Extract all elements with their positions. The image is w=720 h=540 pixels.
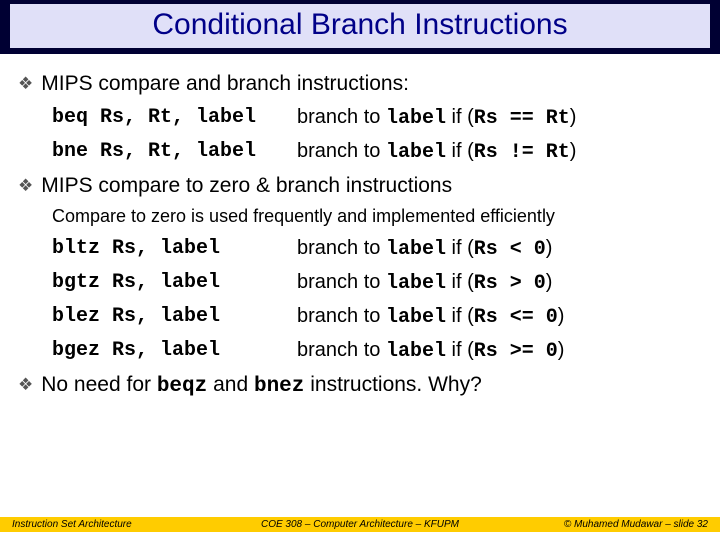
bullet-1: ❖ MIPS compare and branch instructions: [18,72,702,96]
instr-desc: branch to label if (Rs > 0) [297,271,552,295]
instr-row: bltz Rs, labelbranch to label if (Rs < 0… [52,237,702,261]
desc-pre: branch to [297,106,386,128]
footer: Instruction Set Architecture COE 308 – C… [0,517,720,532]
instr-code: bltz Rs, label [52,237,297,261]
instr-code: bne Rs, Rt, label [52,140,297,164]
diamond-icon: ❖ [18,174,33,198]
desc-label: label [386,238,446,261]
desc-pre: branch to [297,305,386,327]
instr-code: bgtz Rs, label [52,271,297,295]
title-bar: Conditional Branch Instructions [0,0,720,54]
instr-row: bgtz Rs, labelbranch to label if (Rs > 0… [52,271,702,295]
instr-row-beq: beq Rs, Rt, label branch to label if (Rs… [52,106,702,130]
desc-cond: Rs <= 0 [474,306,558,329]
desc-post: ) [546,237,553,259]
desc-cond: Rs != Rt [474,141,570,164]
footer-left: Instruction Set Architecture [0,519,223,530]
desc-pre: branch to [297,271,386,293]
desc-mid: if ( [446,237,474,259]
desc-mid: if ( [446,106,474,128]
b3-pre: No need for [41,373,157,396]
desc-mid: if ( [446,271,474,293]
desc-label: label [386,306,446,329]
b3-post: instructions. Why? [304,373,481,396]
instr-row-bne: bne Rs, Rt, label branch to label if (Rs… [52,140,702,164]
b3-code1: beqz [157,375,207,398]
desc-pre: branch to [297,339,386,361]
instr-row: bgez Rs, labelbranch to label if (Rs >= … [52,339,702,363]
footer-right: © Muhamed Mudawar – slide 32 [497,519,720,530]
b3-code2: bnez [254,375,304,398]
title-inner: Conditional Branch Instructions [10,4,710,48]
desc-post: ) [558,339,565,361]
bullet-1-text: MIPS compare and branch instructions: [41,72,409,96]
desc-cond: Rs < 0 [474,238,546,261]
instr-table-1: beq Rs, Rt, label branch to label if (Rs… [52,106,702,164]
bullet-3: ❖ No need for beqz and bnez instructions… [18,373,702,399]
bullet-2-text: MIPS compare to zero & branch instructio… [41,174,452,198]
footer-center: COE 308 – Computer Architecture – KFUPM [223,519,497,530]
desc-mid: if ( [446,339,474,361]
diamond-icon: ❖ [18,72,33,96]
diamond-icon: ❖ [18,373,33,397]
desc-label: label [386,107,446,130]
bullet-3-text: No need for beqz and bnez instructions. … [41,373,482,399]
instr-code: beq Rs, Rt, label [52,106,297,130]
desc-pre: branch to [297,237,386,259]
instr-desc: branch to label if (Rs < 0) [297,237,552,261]
desc-label: label [386,141,446,164]
instr-row: blez Rs, labelbranch to label if (Rs <= … [52,305,702,329]
desc-post: ) [570,106,577,128]
desc-pre: branch to [297,140,386,162]
desc-mid: if ( [446,305,474,327]
instr-code: blez Rs, label [52,305,297,329]
desc-cond: Rs == Rt [474,107,570,130]
slide-title: Conditional Branch Instructions [152,8,567,41]
b3-mid: and [207,373,254,396]
instr-desc: branch to label if (Rs != Rt) [297,140,576,164]
desc-mid: if ( [446,140,474,162]
desc-post: ) [570,140,577,162]
desc-label: label [386,340,446,363]
instr-desc: branch to label if (Rs >= 0) [297,339,564,363]
instr-table-2: bltz Rs, labelbranch to label if (Rs < 0… [52,237,702,363]
desc-cond: Rs > 0 [474,272,546,295]
subnote: Compare to zero is used frequently and i… [52,206,702,227]
desc-cond: Rs >= 0 [474,340,558,363]
desc-post: ) [558,305,565,327]
desc-post: ) [546,271,553,293]
instr-desc: branch to label if (Rs <= 0) [297,305,564,329]
content-area: ❖ MIPS compare and branch instructions: … [0,54,720,399]
instr-desc: branch to label if (Rs == Rt) [297,106,576,130]
instr-code: bgez Rs, label [52,339,297,363]
bullet-2: ❖ MIPS compare to zero & branch instruct… [18,174,702,198]
desc-label: label [386,272,446,295]
